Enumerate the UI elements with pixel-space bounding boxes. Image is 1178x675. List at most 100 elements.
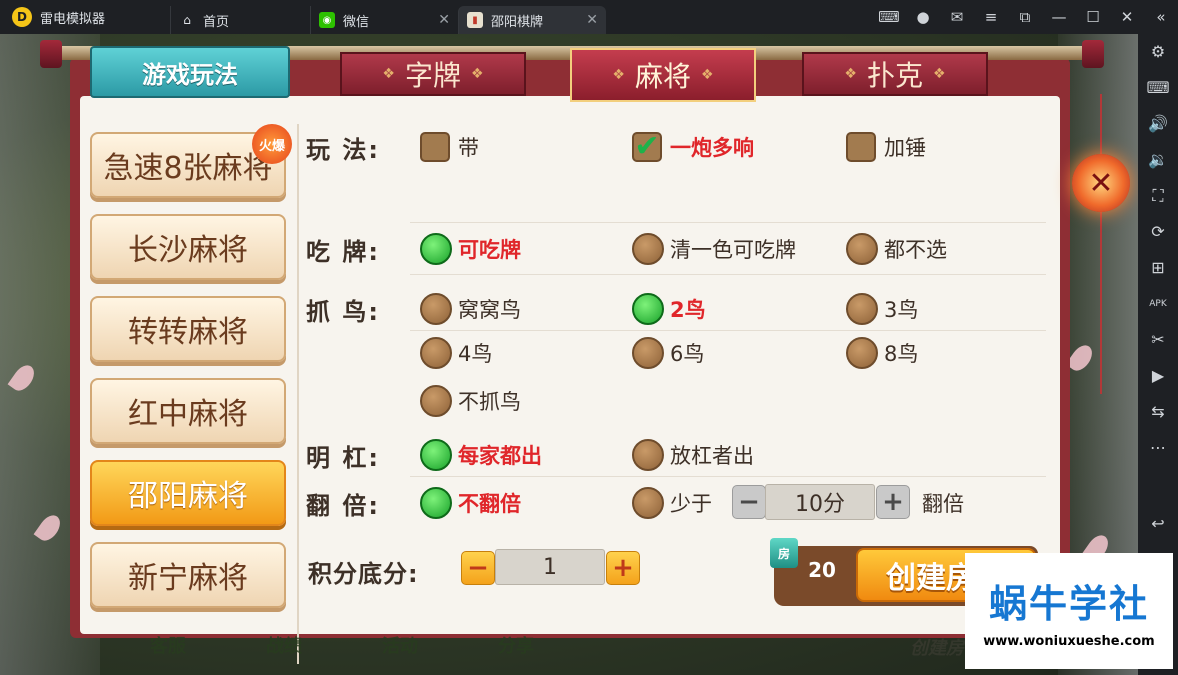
close-tab-icon[interactable]: ✕ <box>586 12 598 28</box>
option-meijiadouchu[interactable]: 每家都出 <box>420 438 542 472</box>
option-label: 8鸟 <box>884 342 919 366</box>
mail-icon[interactable]: ✉ <box>940 8 974 26</box>
game-item-label: 急速8张麻将 <box>103 151 273 186</box>
option-6niao[interactable]: 6鸟 <box>632 336 704 370</box>
option-8niao[interactable]: 8鸟 <box>846 336 918 370</box>
row-divider <box>410 330 1046 331</box>
option-shaoyu[interactable]: 少于 <box>632 486 712 520</box>
checkbox <box>420 132 450 162</box>
option-kechipai[interactable]: 可吃牌 <box>420 232 521 266</box>
scissors-icon[interactable]: ✂ <box>1138 322 1178 358</box>
game-item-zhuanzhuan[interactable]: 转转麻将 <box>90 296 286 362</box>
menu-icon[interactable]: ≡ <box>974 8 1008 26</box>
close-icon[interactable]: ✕ <box>1072 154 1130 212</box>
ornament-icon: ❖ <box>933 66 946 82</box>
room-card-icon: 房 <box>770 538 798 568</box>
game-item-label: 转转麻将 <box>128 315 248 350</box>
settings-icon[interactable]: ⚙ <box>1138 34 1178 70</box>
rod-cap <box>1082 40 1104 68</box>
option-4niao[interactable]: 4鸟 <box>420 336 492 370</box>
option-buzhuaniao[interactable]: 不抓鸟 <box>420 384 521 418</box>
list-divider <box>297 124 299 664</box>
account-icon[interactable]: ● <box>906 8 940 26</box>
tab-wechat[interactable]: ◉ 微信 ✕ <box>310 6 458 34</box>
tab-mahjong[interactable]: ❖ 麻将 ❖ <box>570 48 756 102</box>
option-doubuxuan[interactable]: 都不选 <box>846 232 947 266</box>
radio-selected <box>420 487 452 519</box>
score-value: 1 <box>495 549 605 585</box>
apk-icon[interactable]: APK <box>1138 286 1178 322</box>
volume-up-icon[interactable]: 🔊 <box>1138 106 1178 142</box>
sync-icon[interactable]: ⇆ <box>1138 394 1178 430</box>
zhuaniao-label: 抓 鸟: <box>306 298 380 326</box>
wechat-icon: ◉ <box>319 12 335 28</box>
option-qingyise[interactable]: 清一色可吃牌 <box>632 232 796 266</box>
option-yipaoduoxiang[interactable]: ✔ 一炮多响 <box>632 130 754 164</box>
minimize-icon[interactable]: — <box>1042 8 1076 26</box>
ornament-icon: ❖ <box>844 66 857 82</box>
close-icon[interactable]: ✕ <box>1110 8 1144 26</box>
game-item-label: 邵阳麻将 <box>128 479 248 514</box>
ornament-icon: ❖ <box>612 67 625 83</box>
fanbei-increment-button[interactable]: + <box>876 485 910 519</box>
emulator-logo-icon: D <box>12 7 32 27</box>
option-fanggangzhechu[interactable]: 放杠者出 <box>632 438 754 472</box>
option-dai[interactable]: 带 <box>420 130 479 164</box>
gamepad-icon[interactable]: ⌨ <box>872 8 906 26</box>
option-jiachui[interactable]: 加锤 <box>846 130 926 164</box>
option-label: 都不选 <box>884 238 947 262</box>
mahjong-icon: ▮ <box>467 12 483 28</box>
bottom-menu-record[interactable]: 战绩 <box>266 632 302 662</box>
close-tab-icon[interactable]: ✕ <box>438 12 450 28</box>
option-label: 不翻倍 <box>458 492 521 516</box>
back-icon[interactable]: ↩ <box>1138 506 1178 542</box>
keyboard-icon[interactable]: ⌨ <box>1138 70 1178 106</box>
app-name: 雷电模拟器 <box>40 11 106 27</box>
game-item-jisu8[interactable]: 急速8张麻将 火爆 <box>90 124 292 198</box>
radio <box>420 385 452 417</box>
hot-badge: 火爆 <box>252 124 292 164</box>
fanbei-suffix: 翻倍 <box>922 492 964 516</box>
video-icon[interactable]: ▶ <box>1138 358 1178 394</box>
tab-poker[interactable]: ❖ 扑克 ❖ <box>802 52 988 96</box>
fanbei-decrement-button[interactable]: − <box>732 485 766 519</box>
game-item-xinning[interactable]: 新宁麻将 <box>90 542 286 608</box>
option-2niao[interactable]: 2鸟 <box>632 292 706 326</box>
emulator-titlebar: D 雷电模拟器 ⌂ 首页 ◉ 微信 ✕ ▮ 邵阳棋牌 ✕ ⌨ ● ✉ ≡ ⧉ —… <box>0 0 1178 34</box>
restore-icon[interactable]: ⧉ <box>1008 8 1042 26</box>
tab-zipai[interactable]: ❖ 字牌 ❖ <box>340 52 526 96</box>
option-label: 加锤 <box>884 136 926 160</box>
score-decrement-button[interactable]: − <box>461 551 495 585</box>
game-item-shaoyang[interactable]: 邵阳麻将 <box>90 460 286 526</box>
fullscreen-icon[interactable]: ⛶ <box>1138 178 1178 214</box>
option-3niao[interactable]: 3鸟 <box>846 292 918 326</box>
tab-game[interactable]: ▮ 邵阳棋牌 ✕ <box>458 6 606 34</box>
score-increment-button[interactable]: + <box>606 551 640 585</box>
bottom-create-room[interactable]: 创建房 <box>910 634 964 660</box>
bottom-menu-activity[interactable]: 活动 <box>382 632 418 662</box>
window-controls: ⌨ ● ✉ ≡ ⧉ — ☐ ✕ « <box>872 0 1178 34</box>
rotate-icon[interactable]: ⟳ <box>1138 214 1178 250</box>
bottom-menu-service[interactable]: 客服 <box>150 632 186 662</box>
more-icon[interactable]: ⋯ <box>1138 430 1178 466</box>
tab-home[interactable]: ⌂ 首页 <box>170 6 310 34</box>
option-wowoniao[interactable]: 窝窝鸟 <box>420 292 521 326</box>
option-bufanbei[interactable]: 不翻倍 <box>420 486 521 520</box>
option-label: 3鸟 <box>884 298 919 322</box>
row-divider <box>410 222 1046 223</box>
volume-down-icon[interactable]: 🔉 <box>1138 142 1178 178</box>
tab-label: 麻将 <box>634 60 691 93</box>
game-item-hongzhong[interactable]: 红中麻将 <box>90 378 286 444</box>
add-window-icon[interactable]: ⊞ <box>1138 250 1178 286</box>
radio <box>420 337 452 369</box>
option-label: 窝窝鸟 <box>458 298 521 322</box>
option-label: 4鸟 <box>458 342 493 366</box>
game-item-label: 长沙麻将 <box>128 233 248 268</box>
collapse-sidebar-icon[interactable]: « <box>1144 8 1178 26</box>
game-item-changsha[interactable]: 长沙麻将 <box>90 214 286 280</box>
option-label: 可吃牌 <box>458 238 521 262</box>
option-label: 放杠者出 <box>670 444 754 468</box>
maximize-icon[interactable]: ☐ <box>1076 8 1110 26</box>
bottom-menu-share[interactable]: 分享 <box>498 632 534 662</box>
option-label: 带 <box>458 136 479 160</box>
